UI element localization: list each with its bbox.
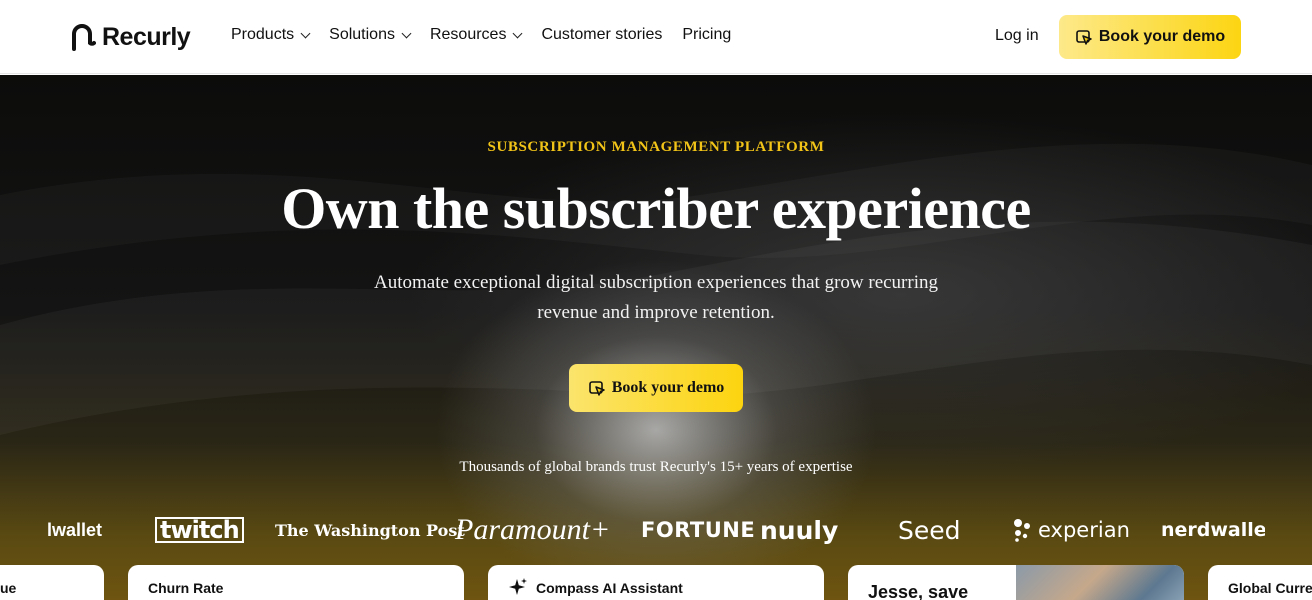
brand-logo-strip: lwallet twitch The Washington Post Param…	[0, 507, 1312, 553]
hero-section: SUBSCRIPTION MANAGEMENT PLATFORM Own the…	[0, 75, 1312, 600]
brand-logo-washington-post: The Washington Post	[275, 520, 465, 540]
brand-logo-nerdwallet: nerdwalle	[1155, 507, 1265, 553]
card-title: Jesse, save	[868, 582, 969, 600]
hero-book-demo-label: Book your demo	[611, 379, 725, 396]
nav-pricing-label: Pricing	[682, 26, 732, 43]
nav-resources[interactable]: Resources	[429, 26, 523, 44]
card-title: Global Curre	[1228, 580, 1312, 596]
brand-logo-wallet: lwallet	[47, 519, 103, 540]
brand-logo-paramount: Paramount+	[455, 513, 611, 546]
hero-headline: Own the subscriber experience	[281, 176, 1031, 241]
chevron-down-icon	[401, 28, 412, 38]
hero-subtext: Automate exceptional digital subscriptio…	[373, 272, 938, 323]
brand-nerdwallet-text: nerdwalle	[1161, 519, 1265, 541]
cursor-click-icon	[1076, 30, 1092, 45]
brand-logo-experian: experian	[1012, 507, 1130, 553]
nav-pricing[interactable]: Pricing	[682, 26, 731, 44]
main-nav: Products Solutions Resources Customer st…	[231, 26, 751, 44]
book-demo-label: Book your demo	[1098, 28, 1226, 45]
brand-logo-nuuly: nuuly	[760, 515, 839, 545]
nav-resources-label: Resources	[429, 26, 507, 43]
chevron-down-icon	[513, 28, 523, 38]
feature-card[interactable]: ue	[0, 565, 104, 600]
card-title: ue	[0, 580, 17, 596]
hero-book-demo-button[interactable]: Book your demo	[569, 364, 743, 412]
login-link[interactable]: Log in	[995, 27, 1039, 45]
nav-customer-stories[interactable]: Customer stories	[541, 26, 662, 44]
experian-dots-icon	[1014, 519, 1030, 542]
nav-solutions-label: Solutions	[329, 26, 395, 43]
brand-twitch-text: twitch	[155, 517, 244, 543]
card-photo	[1016, 565, 1184, 600]
recurly-logo-icon	[72, 24, 96, 51]
nav-products-label: Products	[231, 26, 295, 43]
feature-card-compass-ai[interactable]: Compass AI Assistant	[488, 565, 824, 600]
trust-line: Thousands of global brands trust Recurly…	[459, 459, 853, 475]
hero-eyebrow: SUBSCRIPTION MANAGEMENT PLATFORM	[487, 139, 825, 155]
nav-products[interactable]: Products	[231, 26, 311, 44]
book-demo-button[interactable]: Book your demo	[1059, 15, 1241, 59]
brand-logo-fortune: FORTUNE	[641, 518, 756, 542]
feature-card-churn-rate[interactable]: Churn Rate	[128, 565, 464, 600]
brand-logo-twitch: twitch	[155, 507, 244, 553]
card-title: Churn Rate	[148, 580, 224, 596]
chevron-down-icon	[300, 28, 311, 38]
brand-logo-seed: Seed	[898, 515, 961, 545]
brand-experian-text: experian	[1038, 518, 1130, 542]
logo-text: Recurly	[102, 22, 191, 51]
cursor-click-icon	[588, 381, 605, 396]
card-title: Compass AI Assistant	[536, 580, 683, 596]
nav-customer-stories-label: Customer stories	[541, 26, 663, 43]
recurly-logo[interactable]: Recurly	[70, 22, 191, 52]
sparkle-icon	[509, 578, 527, 595]
feature-card-global-currency[interactable]: Global Curre	[1208, 565, 1312, 600]
site-header: Recurly Products Solutions Resources Cus…	[0, 0, 1312, 74]
nav-solutions[interactable]: Solutions	[329, 26, 412, 44]
feature-card-save-offer[interactable]: Jesse, save	[848, 565, 1184, 600]
